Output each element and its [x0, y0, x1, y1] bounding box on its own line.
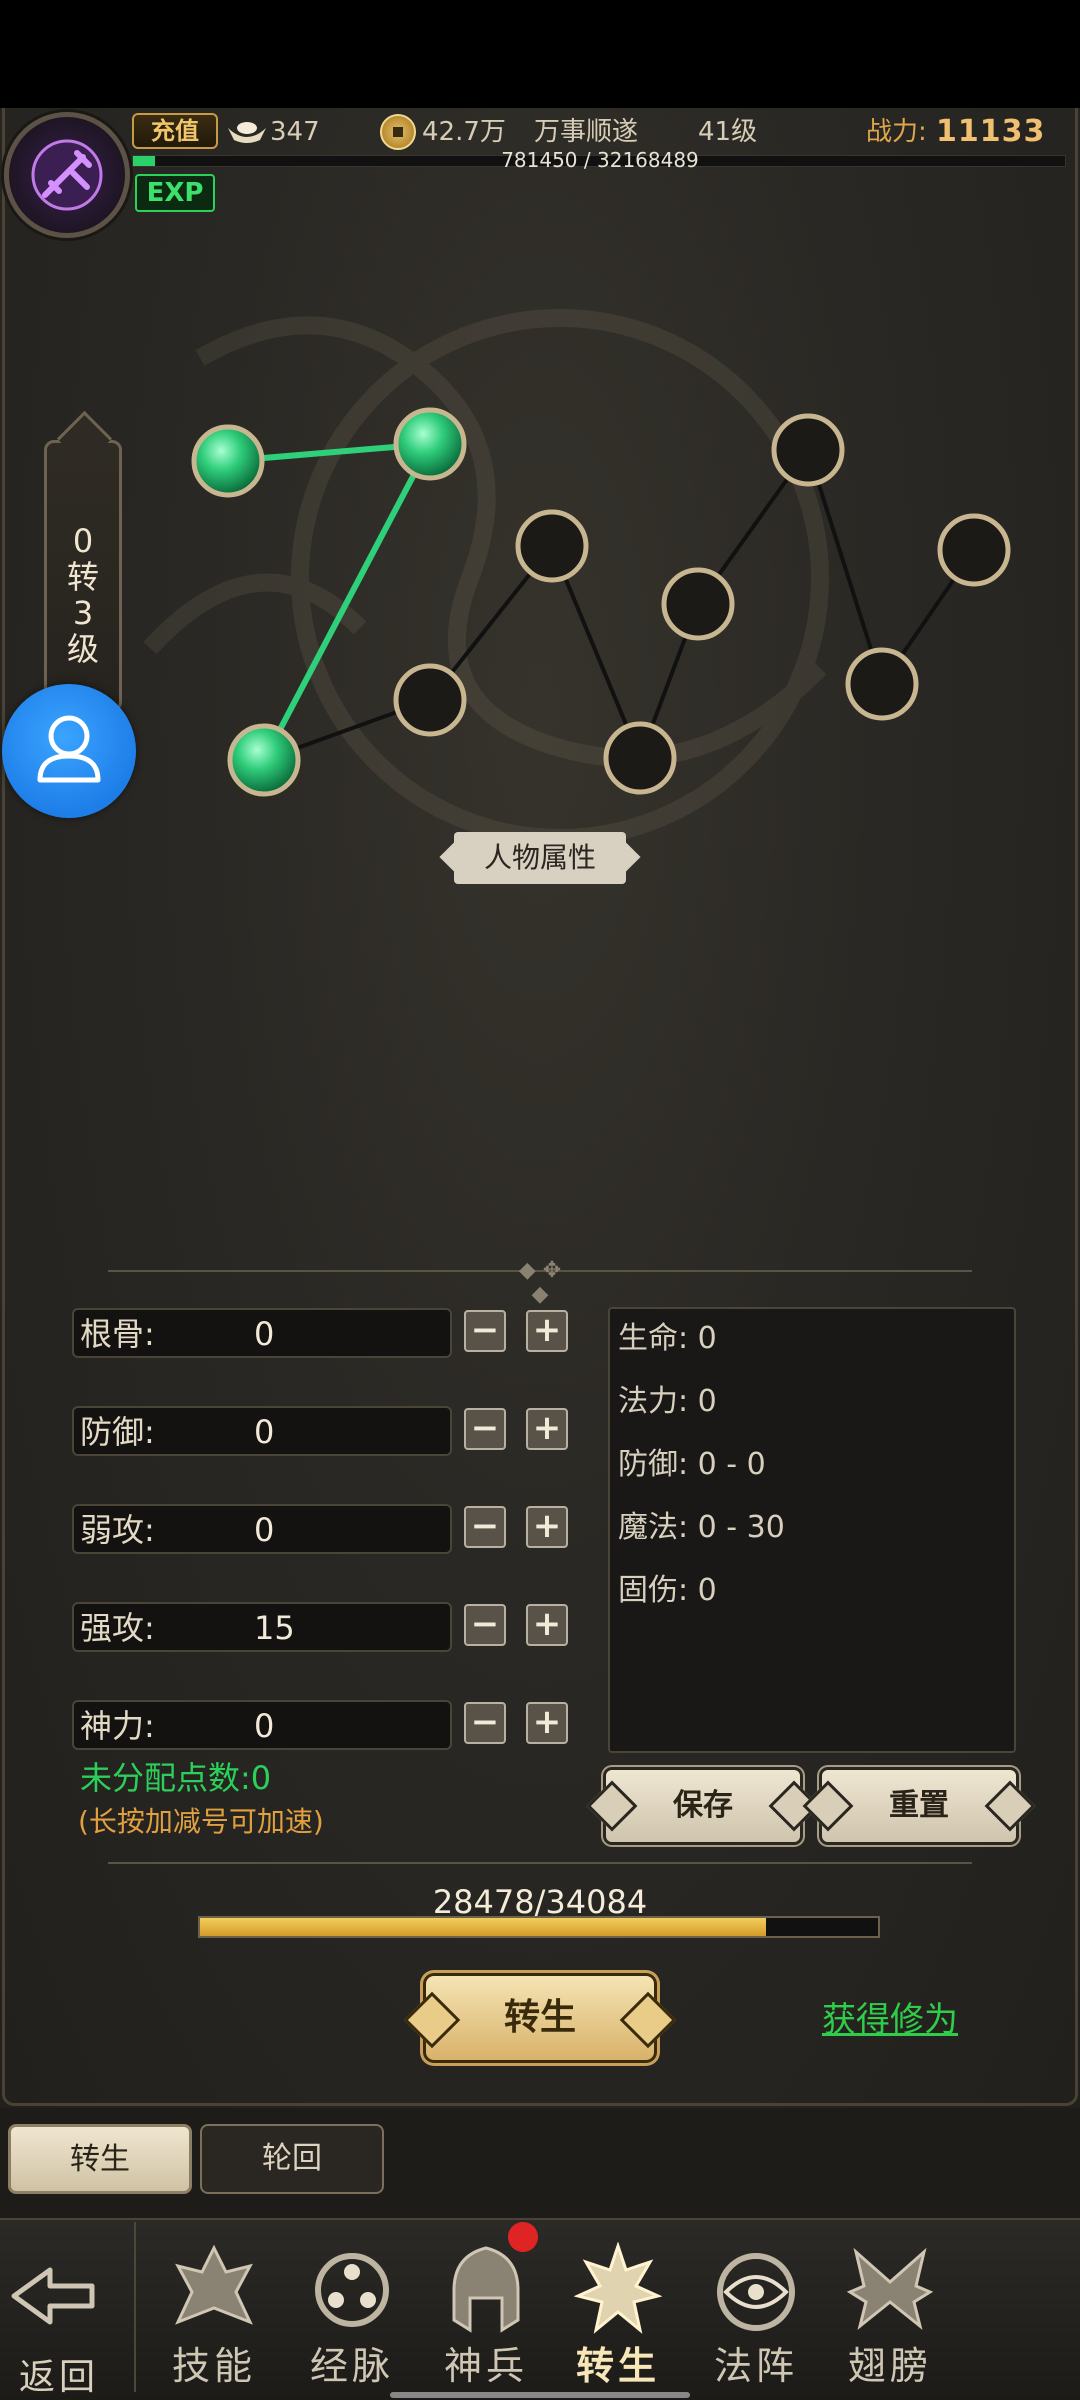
skill-icon — [175, 2244, 253, 2325]
attribute-label: 防御: — [80, 1413, 155, 1451]
stats-panel: 生命: 0 法力: 0 防御: 0 - 0 魔法: 0 - 30 固伤: 0 — [608, 1307, 1016, 1753]
attribute-field: 弱攻: 0 — [72, 1504, 452, 1554]
meridian-icon — [315, 2253, 389, 2327]
wings-icon — [846, 2247, 934, 2330]
node-9[interactable] — [845, 647, 919, 721]
nav-wings[interactable]: 翅膀 — [830, 2236, 950, 2396]
divider — [108, 1862, 972, 1864]
nav-reincarnation[interactable]: 转生 — [558, 2236, 678, 2396]
attribute-label: 神力: — [80, 1707, 155, 1745]
plus-button-fangyu[interactable]: + — [526, 1408, 568, 1450]
attribute-field: 强攻: 15 — [72, 1602, 452, 1652]
attribute-label: 强攻: — [80, 1609, 155, 1647]
nav-label: 转生 — [575, 2343, 660, 2388]
nav-formation[interactable]: 法阵 — [696, 2236, 816, 2396]
node-7[interactable] — [661, 567, 735, 641]
formation-icon — [717, 2253, 795, 2331]
attribute-row-qianggong: 强攻: 15 — [72, 1602, 452, 1652]
home-indicator — [390, 2392, 690, 2398]
node-10[interactable] — [937, 513, 1011, 587]
plus-button-shenli[interactable]: + — [526, 1702, 568, 1744]
nav-label: 神兵 — [443, 2344, 528, 2388]
cultivation-progress-fill — [200, 1918, 767, 1936]
node-4[interactable] — [393, 663, 467, 737]
minus-button-shenli[interactable]: − — [464, 1702, 506, 1744]
status-bar — [0, 0, 1080, 108]
hold-hint: (长按加减号可加速) — [78, 1805, 324, 1838]
reincarnation-node-graph — [143, 309, 1011, 847]
nav-label: 法阵 — [713, 2344, 798, 2388]
attribute-field: 神力: 0 — [72, 1700, 452, 1750]
gain-cultivation-link[interactable]: 获得修为 — [822, 1998, 958, 2042]
cultivation-progress-bar — [198, 1916, 880, 1938]
subtab-samsara[interactable]: 轮回 — [200, 2124, 384, 2194]
attribute-value: 15 — [254, 1609, 295, 1647]
attribute-row-ruogong: 弱攻: 0 — [72, 1504, 452, 1554]
nav-label: 经脉 — [309, 2344, 394, 2388]
node-3[interactable] — [227, 723, 301, 797]
stat-fixed-damage: 固伤: 0 — [618, 1573, 717, 1608]
attribute-value: 0 — [254, 1315, 275, 1353]
node-6[interactable] — [603, 721, 677, 795]
unassigned-points: 未分配点数:0 — [80, 1759, 272, 1797]
node-2[interactable] — [393, 407, 467, 481]
subtab-reincarnation[interactable]: 转生 — [8, 2124, 192, 2194]
attribute-row-fangyu: 防御: 0 — [72, 1406, 452, 1456]
plus-button-genggu[interactable]: + — [526, 1310, 568, 1352]
stat-magic: 魔法: 0 - 30 — [618, 1510, 785, 1545]
notification-badge — [508, 2222, 538, 2252]
attribute-label: 弱攻: — [80, 1511, 155, 1549]
attribute-field: 防御: 0 — [72, 1406, 452, 1456]
back-arrow-icon — [11, 2267, 95, 2325]
node-5[interactable] — [515, 509, 589, 583]
nav-meridian[interactable]: 经脉 — [292, 2236, 412, 2396]
nav-divine-weapon[interactable]: 神兵 — [426, 2236, 546, 2396]
minus-button-ruogong[interactable]: − — [464, 1506, 506, 1548]
minus-button-fangyu[interactable]: − — [464, 1408, 506, 1450]
divine-weapon-icon — [452, 2246, 520, 2333]
character-button[interactable] — [2, 684, 136, 818]
user-icon — [37, 715, 101, 783]
nav-skill[interactable]: 技能 — [154, 2236, 274, 2396]
stat-defense: 防御: 0 - 0 — [618, 1447, 766, 1482]
nav-label: 技能 — [171, 2344, 256, 2388]
rank-panel: 0 转 3 级 — [44, 440, 122, 712]
attribute-label: 根骨: — [80, 1315, 155, 1353]
minus-button-qianggong[interactable]: − — [464, 1604, 506, 1646]
attribute-row-genggu: 根骨: 0 — [72, 1308, 452, 1358]
attribute-row-shenli: 神力: 0 — [72, 1700, 452, 1750]
attribute-value: 0 — [254, 1707, 275, 1745]
plus-button-ruogong[interactable]: + — [526, 1506, 568, 1548]
rank-text: 0 转 3 级 — [66, 522, 99, 668]
node-8[interactable] — [771, 413, 845, 487]
plus-button-qianggong[interactable]: + — [526, 1604, 568, 1646]
reset-button[interactable]: 重置 — [822, 1770, 1016, 1842]
stat-mp: 法力: 0 — [618, 1384, 717, 1419]
minus-button-genggu[interactable]: − — [464, 1310, 506, 1352]
back-button[interactable]: 返回 — [4, 2256, 124, 2398]
back-label: 返回 — [18, 2357, 99, 2398]
stat-hp: 生命: 0 — [618, 1321, 717, 1356]
divider-ornament-icon: ◆ ✥ ◆ — [518, 1258, 562, 1307]
save-button[interactable]: 保存 — [606, 1770, 800, 1842]
reincarnation-icon — [574, 2242, 662, 2334]
nav-separator — [134, 2222, 136, 2392]
section-title: 人物属性 — [454, 832, 626, 884]
nav-label: 翅膀 — [847, 2344, 932, 2388]
attribute-field: 根骨: 0 — [72, 1308, 452, 1358]
node-1[interactable] — [191, 424, 265, 498]
attribute-value: 0 — [254, 1413, 275, 1451]
reincarnate-button[interactable]: 转生 — [426, 1976, 654, 2060]
attribute-value: 0 — [254, 1511, 275, 1549]
